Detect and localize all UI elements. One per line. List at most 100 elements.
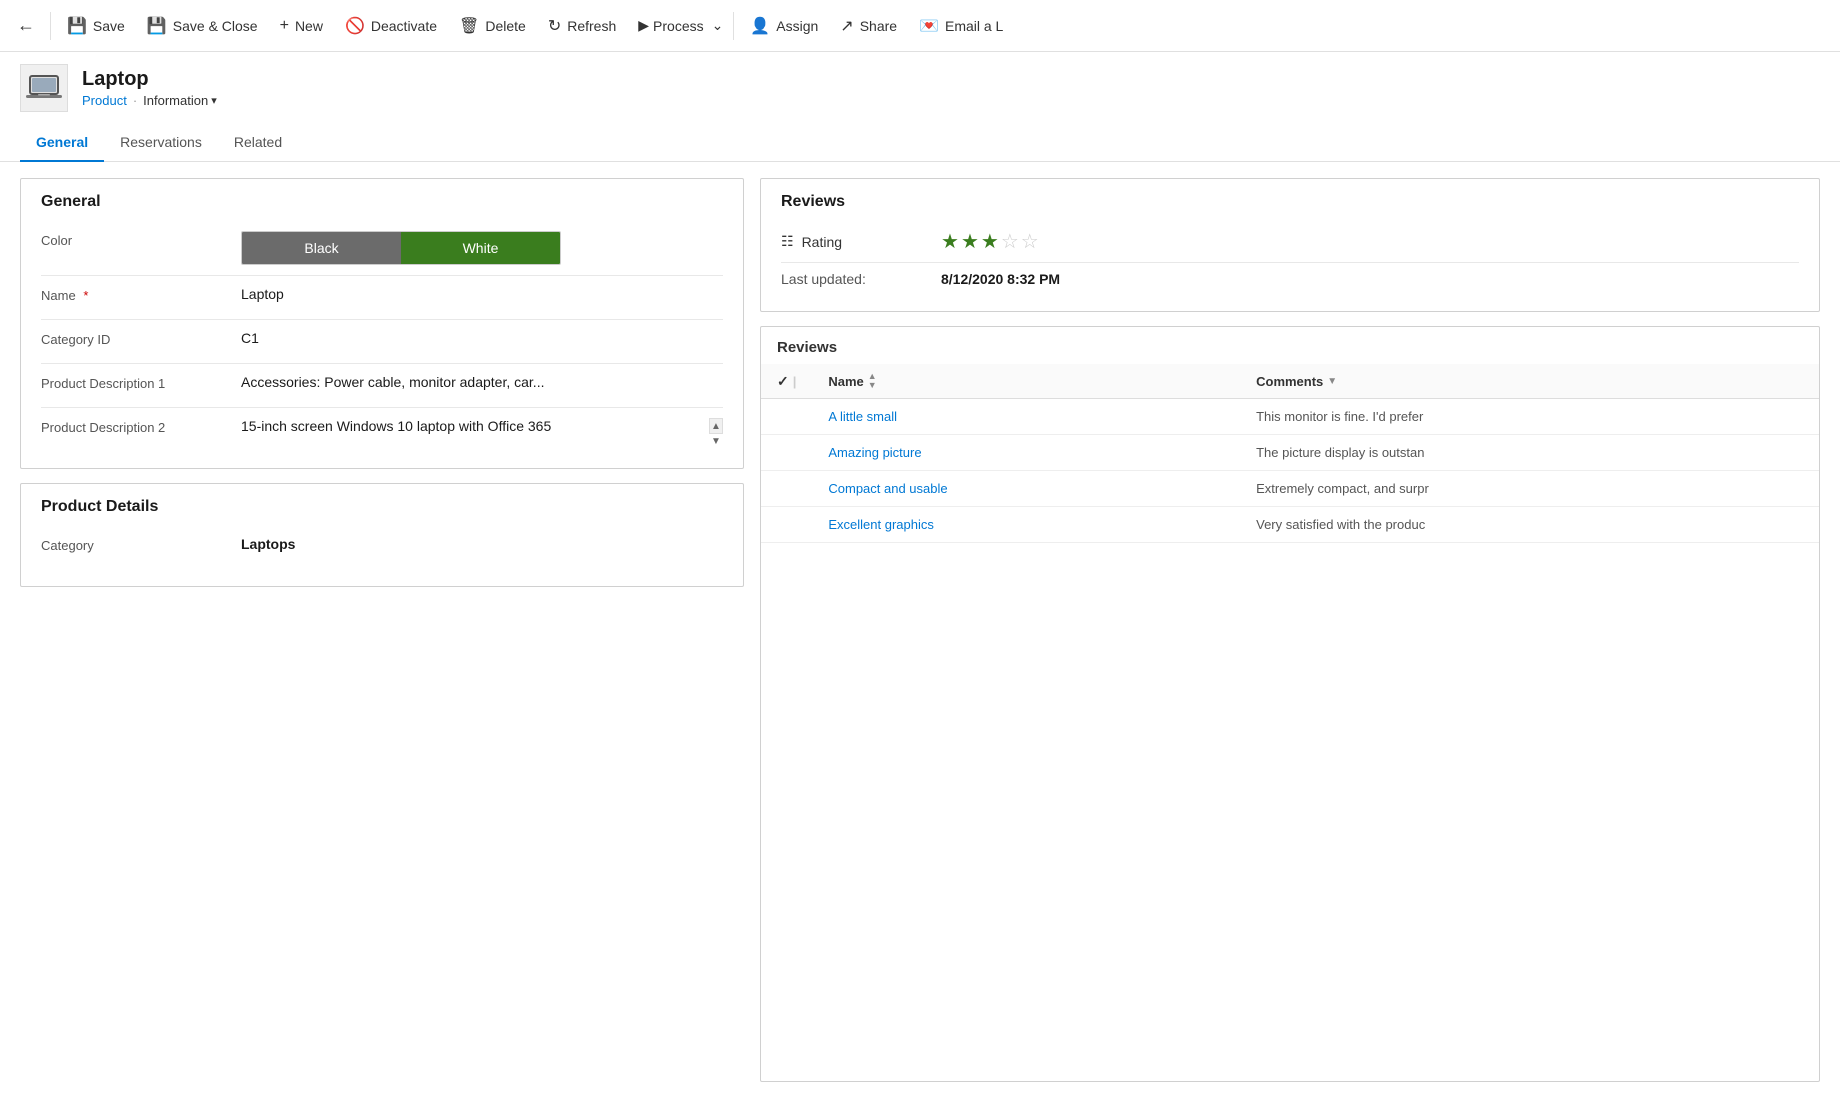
name-sort-arrows[interactable]: ▲ ▼ [868,372,877,390]
reviews-table-head: ✓ | Name ▲ ▼ [761,364,1819,399]
deactivate-button[interactable]: 🚫 Deactivate [335,10,447,42]
review-link-2[interactable]: Amazing picture [828,445,921,460]
email-button[interactable]: 💌 Email a L [909,10,1013,42]
back-button[interactable]: ← [8,8,44,44]
reviews-summary-card: Reviews ☷ Rating ★ ★ ★ ☆ ☆ Last u [760,178,1820,312]
name-field-row: Name * Laptop [41,276,723,320]
new-button[interactable]: + New [270,11,333,41]
rating-icon: ☷ [781,233,794,250]
toolbar-divider-2 [733,12,734,40]
save-close-button[interactable]: 💾 Save & Close [137,10,268,42]
row2-name: Amazing picture [812,435,1240,471]
category-id-label: Category ID [41,330,241,347]
row3-check[interactable] [761,471,812,507]
breadcrumb-section-dropdown[interactable]: Information ▾ [143,93,217,108]
prod-desc1-value[interactable]: Accessories: Power cable, monitor adapte… [241,374,723,390]
record-icon [20,64,68,112]
prod-desc2-container: 15-inch screen Windows 10 laptop with Of… [241,418,723,434]
reviews-table-body: A little small This monitor is fine. I'd… [761,399,1819,543]
star-2: ★ [961,229,979,254]
comments-column-header: Comments ▼ [1240,364,1819,399]
record-header: Laptop Product · Information ▾ [0,52,1840,124]
row2-comment: The picture display is outstan [1240,435,1819,471]
comments-sort-icon[interactable]: ▼ [1327,376,1337,387]
review-row-2: Amazing picture The picture display is o… [761,435,1819,471]
tab-related[interactable]: Related [218,124,298,162]
scroll-up-arrow[interactable]: ▲ [709,419,723,434]
review-link-4[interactable]: Excellent graphics [828,517,934,532]
review-link-1[interactable]: A little small [828,409,897,424]
color-field-row: Color Black White [41,221,723,276]
breadcrumb-parent[interactable]: Product [82,93,127,108]
color-black-button[interactable]: Black [242,232,401,264]
star-1: ★ [941,229,959,254]
name-value[interactable]: Laptop [241,286,723,302]
star-4: ☆ [1001,229,1019,254]
name-required-star: * [83,288,88,303]
rating-row: ☷ Rating ★ ★ ★ ☆ ☆ [781,221,1799,263]
name-column-header: Name ▲ ▼ [812,364,1240,399]
row1-comment: This monitor is fine. I'd prefer [1240,399,1819,435]
review-link-3[interactable]: Compact and usable [828,481,947,496]
star-5: ☆ [1021,229,1039,254]
toolbar-divider-1 [50,12,51,40]
check-col-content: ✓ | [777,373,796,390]
tabs-bar: General Reservations Related [0,124,1840,162]
toolbar: ← 💾 Save 💾 Save & Close + New 🚫 Deactiva… [0,0,1840,52]
right-panel: Reviews ☷ Rating ★ ★ ★ ☆ ☆ Last u [760,178,1820,1082]
delete-icon: 🗑 [459,16,479,36]
prod-desc2-value: 15-inch screen Windows 10 laptop with Of… [241,418,551,434]
reviews-table: ✓ | Name ▲ ▼ [761,364,1819,543]
breadcrumb: Product · Information ▾ [82,93,217,108]
tab-reservations[interactable]: Reservations [104,124,218,162]
category-label: Category [41,536,241,553]
review-row-3: Compact and usable Extremely compact, an… [761,471,1819,507]
scroll-bar: ▲ ▼ [709,418,723,434]
delete-button[interactable]: 🗑 Delete [449,10,536,42]
category-field-row: Category Laptops [41,526,723,570]
tab-general[interactable]: General [20,124,104,162]
process-button[interactable]: ▶ Process ⌄ [628,11,727,40]
category-id-field-row: Category ID C1 [41,320,723,364]
star-rating[interactable]: ★ ★ ★ ☆ ☆ [941,229,1039,254]
prod-desc1-label: Product Description 1 [41,374,241,391]
row3-name: Compact and usable [812,471,1240,507]
checkmark-icon[interactable]: ✓ [777,373,789,390]
row3-comment: Extremely compact, and surpr [1240,471,1819,507]
prod-desc2-label: Product Description 2 [41,418,241,435]
color-white-button[interactable]: White [401,232,560,264]
color-toggle: Black White [241,231,561,265]
main-content: General Color Black White Name [0,162,1840,1098]
category-value[interactable]: Laptops [241,536,723,552]
reviews-table-header-row: ✓ | Name ▲ ▼ [761,364,1819,399]
new-icon: + [280,17,289,35]
color-value: Black White [241,231,723,265]
general-card: General Color Black White Name [20,178,744,469]
scroll-down-arrow[interactable]: ▼ [709,434,723,449]
record-info: Laptop Product · Information ▾ [82,68,217,108]
sort-down-arrow[interactable]: ▼ [868,381,877,390]
reviews-list-card: Reviews ✓ | Name [760,326,1820,1082]
share-icon: ↗ [840,16,853,36]
assign-button[interactable]: 👤 Assign [740,10,828,42]
refresh-button[interactable]: ↻ Refresh [538,10,626,42]
save-close-icon: 💾 [147,16,167,36]
product-details-card: Product Details Category Laptops [20,483,744,587]
color-label: Color [41,231,241,248]
row1-name: A little small [812,399,1240,435]
name-label: Name * [41,286,241,303]
review-row-4: Excellent graphics Very satisfied with t… [761,507,1819,543]
header-divider: | [793,374,797,389]
row2-check[interactable] [761,435,812,471]
share-button[interactable]: ↗ Share [830,10,907,42]
save-button[interactable]: 💾 Save [57,10,135,42]
prod-desc2-scroll[interactable]: 15-inch screen Windows 10 laptop with Of… [241,418,707,434]
row4-check[interactable] [761,507,812,543]
star-3: ★ [981,229,999,254]
row4-comment: Very satisfied with the produc [1240,507,1819,543]
row4-name: Excellent graphics [812,507,1240,543]
category-id-value[interactable]: C1 [241,330,723,346]
last-updated-row: Last updated: 8/12/2020 8:32 PM [781,263,1799,295]
review-row-1: A little small This monitor is fine. I'd… [761,399,1819,435]
row1-check[interactable] [761,399,812,435]
